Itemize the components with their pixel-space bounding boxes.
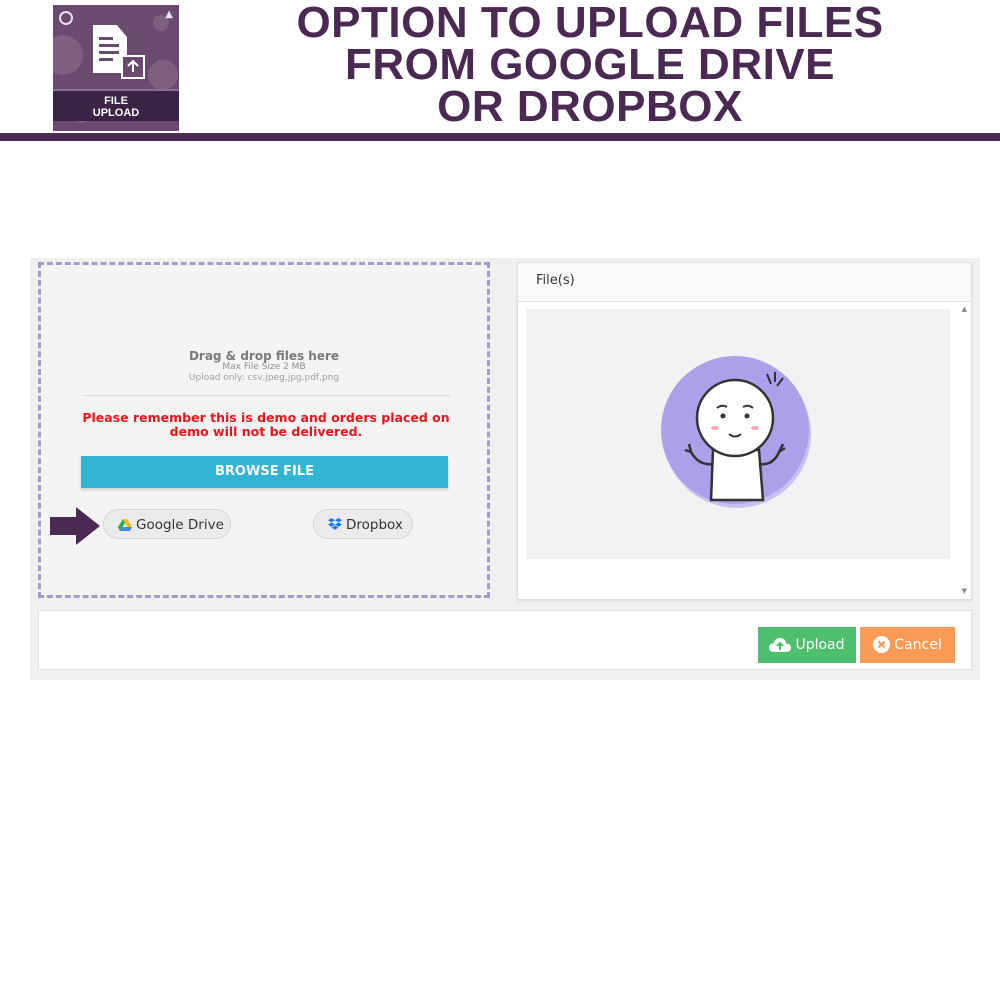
google-drive-button[interactable]: Google Drive [103, 509, 231, 539]
upload-arrow-icon [121, 55, 145, 79]
allowed-file-types: Upload only: csv,jpeg,jpg,pdf,png [188, 373, 340, 383]
dropbox-button[interactable]: Dropbox [313, 509, 413, 539]
files-panel-title: File(s) [536, 273, 575, 288]
empty-files-illustration [659, 354, 815, 514]
header-divider [0, 133, 1000, 141]
demo-warning: Please remember this is demo and orders … [82, 410, 450, 439]
dropzone-divider [83, 395, 450, 396]
upload-button[interactable]: Upload [758, 627, 856, 663]
scroll-up-icon[interactable]: ▲ [962, 305, 967, 313]
dropbox-label: Dropbox [346, 517, 403, 533]
files-panel: File(s) ▲ ▼ [517, 262, 972, 600]
headline-line-2: FROM GOOGLE DRIVE [344, 40, 836, 89]
google-drive-icon [118, 519, 132, 531]
action-bar: Upload Cancel [38, 610, 972, 670]
file-list [526, 309, 950, 559]
dropbox-icon [328, 518, 342, 530]
headline-line-1: OPTION TO UPLOAD FILES [296, 0, 884, 47]
file-upload-widget: Drag & drop files here Max File Size 2 M… [30, 258, 980, 680]
file-upload-logo: ▲ FILE UPLOAD [53, 5, 179, 131]
drop-zone[interactable]: Drag & drop files here Max File Size 2 M… [38, 262, 490, 598]
dropzone-title: Drag & drop files here [188, 349, 340, 363]
google-drive-label: Google Drive [136, 517, 224, 533]
scroll-down-icon[interactable]: ▼ [962, 587, 967, 595]
close-circle-icon [873, 636, 891, 653]
banner-header: ▲ FILE UPLOAD OPTION TO UPLOAD FILES FRO… [0, 0, 1000, 141]
cloud-upload-icon [769, 638, 792, 652]
files-panel-header: File(s) [518, 263, 971, 302]
brand-mark-icon: ▲ [165, 9, 173, 20]
logo-label: FILE UPLOAD [92, 95, 140, 119]
page-title: OPTION TO UPLOAD FILES FROM GOOGLE DRIVE… [240, 0, 940, 131]
badge-icon [59, 11, 73, 25]
arrow-right-icon [50, 507, 100, 549]
upload-label: Upload [795, 637, 845, 653]
max-file-size: Max File Size 2 MB [222, 362, 306, 372]
browse-file-button[interactable]: BROWSE FILE [81, 456, 448, 488]
cancel-label: Cancel [894, 637, 942, 653]
headline-line-3: OR DROPBOX [437, 82, 743, 131]
cancel-button[interactable]: Cancel [860, 627, 955, 663]
